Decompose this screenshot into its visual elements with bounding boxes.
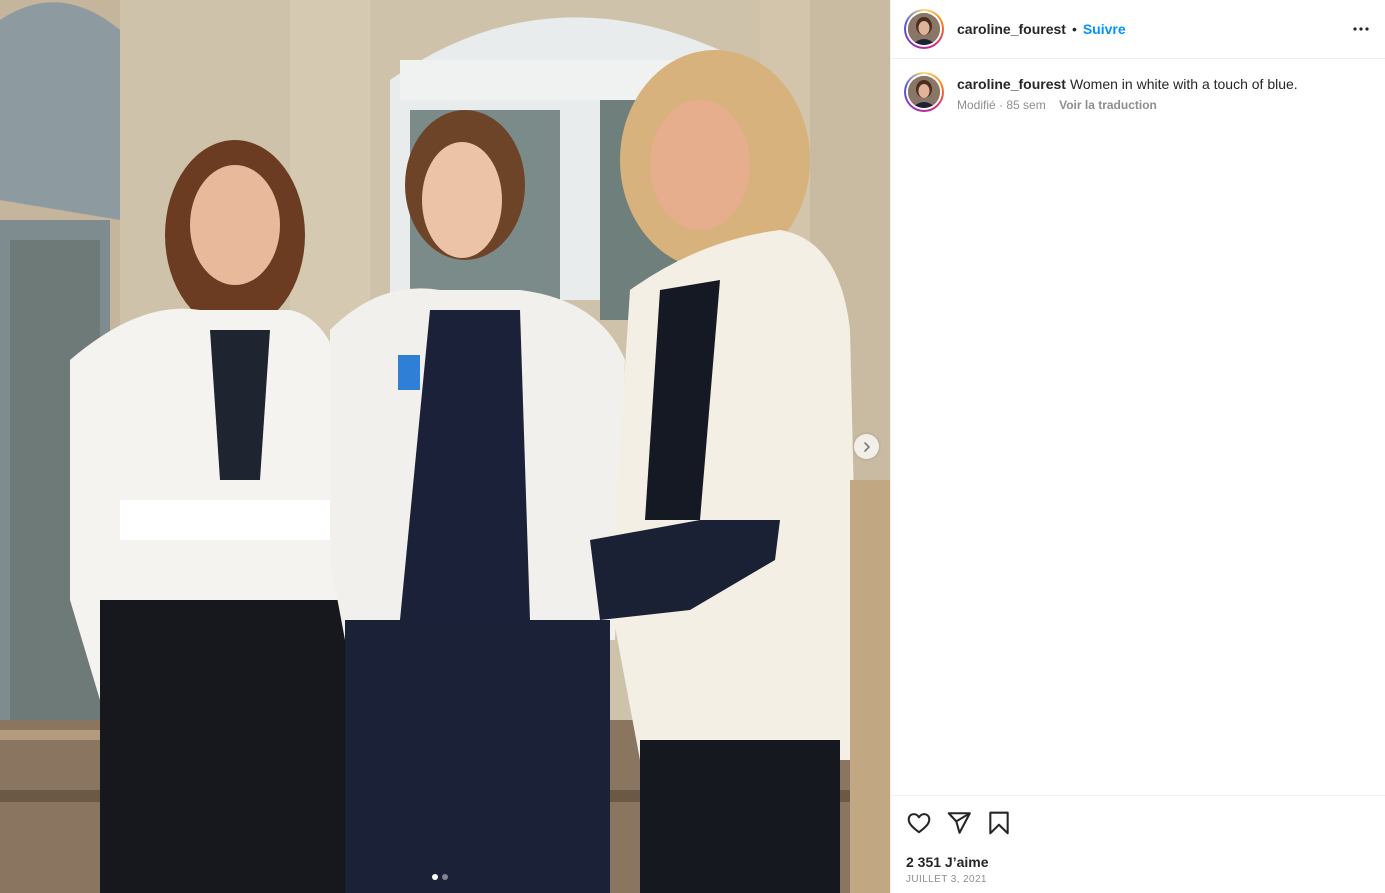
profile-photo [908,13,940,45]
chevron-right-icon [863,441,870,452]
post-media[interactable] [0,0,890,893]
more-options-button[interactable] [1349,17,1373,41]
likes-count[interactable]: 2 351 J’aime [906,854,1373,870]
like-button[interactable] [906,810,932,836]
heart-icon [907,813,931,834]
bookmark-icon [989,811,1009,835]
post-age[interactable]: 85 sem [1006,98,1045,112]
caption-text-line: caroline_fourest Women in white with a to… [957,75,1298,93]
caption: caroline_fourest Women in white with a to… [904,72,1373,112]
post-photo [0,0,890,893]
header-separator: • [1071,21,1077,37]
post-header: caroline_fourest • Suivre [891,0,1385,59]
avatar-image [908,76,940,108]
share-button[interactable] [946,810,972,836]
post-actions-area: 2 351 J’aime JUILLET 3, 2021 [891,795,1385,893]
meta-separator: · [999,98,1004,112]
avatar-image [908,13,940,45]
profile-photo [908,76,940,108]
carousel-next-button[interactable] [854,434,879,459]
caption-text: Women in white with a touch of blue. [1069,76,1298,92]
edited-label: Modifié [957,98,996,112]
comments-section: caroline_fourest Women in white with a to… [891,59,1385,795]
avatar-border [906,11,942,47]
action-bar [906,810,1373,836]
instagram-post: caroline_fourest • Suivre caroline_foure… [0,0,1385,893]
see-translation-button[interactable]: Voir la traduction [1059,98,1157,112]
paper-plane-icon [947,812,971,834]
caption-avatar[interactable] [904,72,944,112]
save-button[interactable] [986,810,1012,836]
avatar-border [906,74,942,110]
ellipsis-icon [1353,27,1369,31]
carousel-dot-active [432,874,438,880]
caption-meta: Modifié · 85 sem Voir la traduction [957,98,1298,112]
caption-username[interactable]: caroline_fourest [957,76,1066,92]
post-side-panel: caroline_fourest • Suivre caroline_foure… [890,0,1385,893]
carousel-dot [442,874,448,880]
avatar[interactable] [904,9,944,49]
carousel-indicator [432,874,448,880]
header-username[interactable]: caroline_fourest [957,21,1066,37]
post-date[interactable]: JUILLET 3, 2021 [906,874,1373,885]
follow-button[interactable]: Suivre [1083,21,1126,37]
caption-body: caroline_fourest Women in white with a to… [957,72,1298,112]
